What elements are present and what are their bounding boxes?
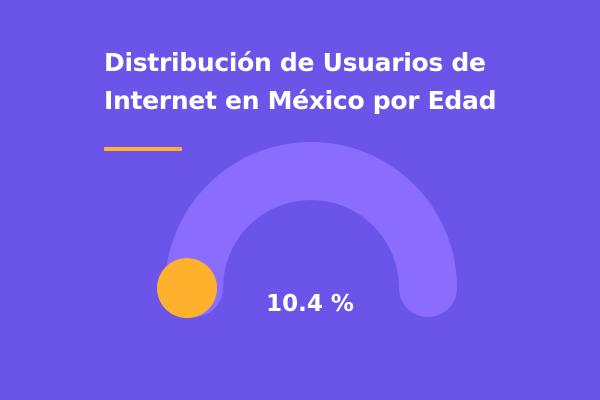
gauge-value-indicator bbox=[157, 258, 218, 319]
gauge-chart: 10.4 % bbox=[157, 142, 457, 319]
infographic-card: Distribución de Usuarios de Internet en … bbox=[0, 0, 600, 400]
gauge-value-label: 10.4 % bbox=[266, 291, 354, 317]
gauge-track bbox=[165, 142, 457, 317]
